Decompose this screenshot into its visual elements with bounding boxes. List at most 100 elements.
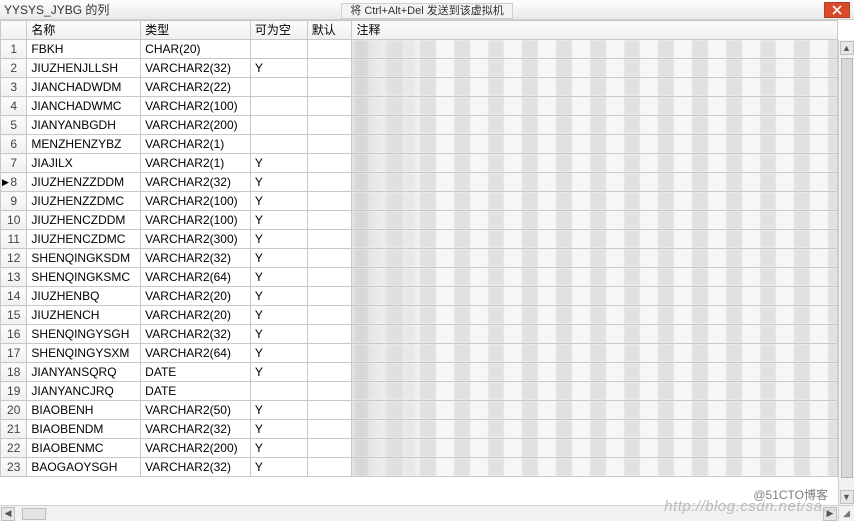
cell-name[interactable]: JIUZHENCH (27, 306, 141, 325)
cell-comment[interactable] (352, 135, 838, 154)
cell-name[interactable]: SHENQINGKSDM (27, 249, 141, 268)
cell-name[interactable]: BAOGAOYSGH (27, 458, 141, 477)
cell-type[interactable]: VARCHAR2(22) (141, 78, 251, 97)
cell-name[interactable]: JIAJILX (27, 154, 141, 173)
table-row[interactable]: 20BIAOBENHVARCHAR2(50)Y (1, 401, 838, 420)
cell-default[interactable] (307, 135, 352, 154)
scroll-down-icon[interactable]: ▼ (840, 490, 854, 504)
table-row[interactable]: 19JIANYANCJRQDATE (1, 382, 838, 401)
cell-default[interactable] (307, 211, 352, 230)
cell-name[interactable]: JIUZHENCZDDM (27, 211, 141, 230)
scroll-right-icon[interactable]: ▶ (823, 507, 837, 521)
row-number[interactable]: 22 (1, 439, 27, 458)
cell-nullable[interactable]: Y (250, 458, 307, 477)
cell-type[interactable]: VARCHAR2(64) (141, 344, 251, 363)
cell-comment[interactable] (352, 344, 838, 363)
cell-type[interactable]: VARCHAR2(300) (141, 230, 251, 249)
header-type[interactable]: 类型 (141, 21, 251, 40)
cell-type[interactable]: VARCHAR2(100) (141, 192, 251, 211)
table-row[interactable]: 15JIUZHENCHVARCHAR2(20)Y (1, 306, 838, 325)
cell-nullable[interactable] (250, 78, 307, 97)
table-row[interactable]: 1FBKHCHAR(20) (1, 40, 838, 59)
cell-name[interactable]: JIUZHENJLLSH (27, 59, 141, 78)
cell-nullable[interactable]: Y (250, 363, 307, 382)
cell-nullable[interactable]: Y (250, 154, 307, 173)
row-number[interactable]: 12 (1, 249, 27, 268)
cell-nullable[interactable]: Y (250, 325, 307, 344)
close-button[interactable] (824, 2, 850, 18)
row-number[interactable]: 23 (1, 458, 27, 477)
cell-type[interactable]: VARCHAR2(32) (141, 458, 251, 477)
table-row[interactable]: 13SHENQINGKSMCVARCHAR2(64)Y (1, 268, 838, 287)
header-rownum[interactable] (1, 21, 27, 40)
cell-name[interactable]: JIUZHENBQ (27, 287, 141, 306)
cell-default[interactable] (307, 97, 352, 116)
cell-type[interactable]: VARCHAR2(200) (141, 439, 251, 458)
cell-name[interactable]: BIAOBENMC (27, 439, 141, 458)
cell-name[interactable]: JIUZHENZZDMC (27, 192, 141, 211)
row-number[interactable]: 4 (1, 97, 27, 116)
cell-comment[interactable] (352, 97, 838, 116)
cell-default[interactable] (307, 439, 352, 458)
table-row[interactable]: 7JIAJILXVARCHAR2(1)Y (1, 154, 838, 173)
cell-type[interactable]: VARCHAR2(32) (141, 59, 251, 78)
row-number[interactable]: 2 (1, 59, 27, 78)
cell-type[interactable]: CHAR(20) (141, 40, 251, 59)
cell-comment[interactable] (352, 325, 838, 344)
cell-nullable[interactable]: Y (250, 287, 307, 306)
row-number[interactable]: 3 (1, 78, 27, 97)
cell-default[interactable] (307, 458, 352, 477)
header-name[interactable]: 名称 (27, 21, 141, 40)
cell-comment[interactable] (352, 287, 838, 306)
cell-type[interactable]: VARCHAR2(32) (141, 249, 251, 268)
cell-name[interactable]: SHENQINGYSXM (27, 344, 141, 363)
cell-comment[interactable] (352, 306, 838, 325)
table-row[interactable]: 14JIUZHENBQVARCHAR2(20)Y (1, 287, 838, 306)
cell-nullable[interactable]: Y (250, 439, 307, 458)
cell-name[interactable]: JIUZHENZZDDM (27, 173, 141, 192)
cell-nullable[interactable]: Y (250, 211, 307, 230)
cell-comment[interactable] (352, 249, 838, 268)
row-number[interactable]: 13 (1, 268, 27, 287)
cell-default[interactable] (307, 287, 352, 306)
row-number[interactable]: 15 (1, 306, 27, 325)
cell-comment[interactable] (352, 40, 838, 59)
table-row[interactable]: 17SHENQINGYSXMVARCHAR2(64)Y (1, 344, 838, 363)
cell-comment[interactable] (352, 439, 838, 458)
row-number[interactable]: 9 (1, 192, 27, 211)
cell-type[interactable]: VARCHAR2(1) (141, 135, 251, 154)
cell-default[interactable] (307, 249, 352, 268)
row-number[interactable]: 19 (1, 382, 27, 401)
row-number[interactable]: 10 (1, 211, 27, 230)
cell-type[interactable]: VARCHAR2(20) (141, 287, 251, 306)
cell-default[interactable] (307, 344, 352, 363)
cell-nullable[interactable]: Y (250, 192, 307, 211)
cell-nullable[interactable]: Y (250, 249, 307, 268)
cell-comment[interactable] (352, 230, 838, 249)
cell-nullable[interactable]: Y (250, 173, 307, 192)
cell-type[interactable]: VARCHAR2(1) (141, 154, 251, 173)
header-default[interactable]: 默认 (307, 21, 352, 40)
columns-table[interactable]: 名称 类型 可为空 默认 注释 1FBKHCHAR(20)2JIUZHENJLL… (0, 20, 838, 477)
cell-type[interactable]: VARCHAR2(32) (141, 173, 251, 192)
cell-default[interactable] (307, 382, 352, 401)
cell-name[interactable]: MENZHENZYBZ (27, 135, 141, 154)
header-nullable[interactable]: 可为空 (250, 21, 307, 40)
row-number[interactable]: 21 (1, 420, 27, 439)
cell-default[interactable] (307, 78, 352, 97)
cell-nullable[interactable] (250, 382, 307, 401)
table-row[interactable]: 6MENZHENZYBZVARCHAR2(1) (1, 135, 838, 154)
table-row[interactable]: 5JIANYANBGDHVARCHAR2(200) (1, 116, 838, 135)
cell-default[interactable] (307, 173, 352, 192)
table-row[interactable]: 22BIAOBENMCVARCHAR2(200)Y (1, 439, 838, 458)
table-row[interactable]: 16SHENQINGYSGHVARCHAR2(32)Y (1, 325, 838, 344)
cell-default[interactable] (307, 59, 352, 78)
cell-name[interactable]: BIAOBENH (27, 401, 141, 420)
scroll-left-icon[interactable]: ◀ (1, 507, 15, 521)
row-number[interactable]: 18 (1, 363, 27, 382)
cell-type[interactable]: VARCHAR2(64) (141, 268, 251, 287)
cell-default[interactable] (307, 420, 352, 439)
cell-default[interactable] (307, 192, 352, 211)
cell-default[interactable] (307, 363, 352, 382)
cell-name[interactable]: JIANYANCJRQ (27, 382, 141, 401)
